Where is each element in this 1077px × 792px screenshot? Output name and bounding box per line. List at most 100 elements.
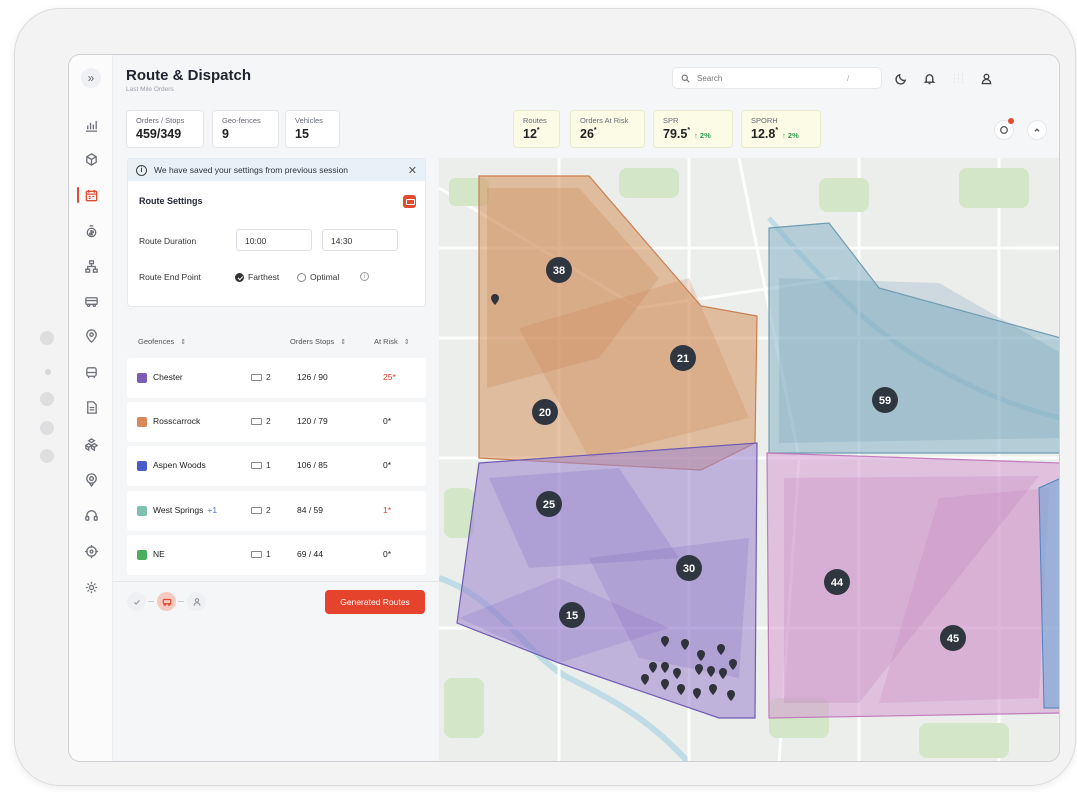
vehicle-count: 2 — [251, 416, 271, 426]
stat-label: Routes — [523, 116, 547, 125]
step-check[interactable] — [127, 592, 146, 611]
location-icon[interactable] — [69, 324, 113, 348]
step-vehicle[interactable] — [157, 592, 176, 611]
stat-label: Vehicles — [295, 116, 323, 125]
at-risk-value: 0* — [383, 460, 392, 470]
settings-icon[interactable] — [69, 575, 113, 599]
geofence-name: NE — [153, 549, 165, 559]
cluster-marker[interactable]: 15 — [559, 602, 585, 628]
radio-farthest[interactable]: Farthest — [235, 272, 279, 282]
geofence-name: Chester — [153, 372, 183, 382]
stat-suffix: * — [536, 127, 540, 134]
truck-icon — [162, 598, 171, 606]
stat-vehicles: Vehicles 15 — [285, 110, 340, 148]
money-icon[interactable] — [69, 219, 113, 243]
svg-text:21: 21 — [677, 353, 689, 365]
cluster-marker[interactable]: 25 — [536, 491, 562, 517]
truck-icon — [251, 417, 262, 425]
table-row[interactable]: Rosscarrock 2 120 / 79 0* — [127, 402, 426, 442]
orders-stops-value: 120 / 79 — [297, 416, 328, 426]
radio-unchecked-icon — [297, 272, 306, 282]
col-header-orders-stops[interactable]: Orders Stops ⇕ — [290, 337, 346, 346]
grid-icon[interactable] — [949, 69, 967, 87]
step-connector — [148, 601, 154, 602]
info-icon[interactable]: i — [360, 272, 369, 281]
cluster-marker[interactable]: 59 — [872, 387, 898, 413]
stat-delta: ↑ 2% — [782, 131, 799, 140]
cluster-marker[interactable]: 44 — [824, 569, 850, 595]
stat-suffix: * — [593, 127, 597, 134]
vehicle-icon[interactable] — [69, 360, 113, 384]
duration-start-input[interactable]: 10:00 — [236, 229, 312, 251]
radio-optimal[interactable]: Optimal — [297, 272, 339, 282]
geofence-name: Aspen Woods — [153, 460, 206, 470]
at-risk-value: 1* — [383, 505, 392, 515]
generate-routes-button[interactable]: Generated Routes — [325, 590, 425, 614]
geofence-color-swatch — [137, 417, 147, 427]
stat-suffix: * — [775, 127, 779, 134]
search-input[interactable] — [697, 73, 847, 83]
chart-icon[interactable] — [69, 113, 113, 137]
calendar-icon[interactable] — [69, 183, 113, 207]
nav-rail: » — [69, 55, 113, 761]
stat-spr: SPR 79.5*↑ 2% — [653, 110, 733, 148]
hierarchy-icon[interactable] — [69, 254, 113, 278]
truck-icon[interactable] — [69, 289, 113, 313]
cluster-marker[interactable]: 20 — [532, 399, 558, 425]
cluster-marker[interactable]: 38 — [546, 257, 572, 283]
app-screen: » Route & Dispatch Last Mile Orders / — [68, 54, 1060, 762]
stat-label: Orders At Risk — [580, 116, 629, 125]
stat-label: SPORH — [751, 116, 778, 125]
route-settings-panel: i We have saved your settings from previ… — [127, 158, 426, 307]
route-settings-action-icon[interactable] — [403, 195, 416, 208]
table-row[interactable]: Aspen Woods 1 106 / 85 0* — [127, 446, 426, 486]
geofence-name: Rosscarrock — [153, 416, 201, 426]
at-risk-value: 0* — [383, 416, 392, 426]
expand-rail-button[interactable]: » — [81, 68, 101, 88]
table-row[interactable]: NE 1 69 / 44 0* — [127, 535, 426, 575]
info-banner-text: We have saved your settings from previou… — [154, 165, 349, 175]
map-view[interactable]: 38 21 20 59 25 30 15 44 45 — [439, 158, 1060, 761]
table-row[interactable]: West Springs +1 2 84 / 59 1* — [127, 491, 426, 531]
stat-value: 26 — [580, 127, 594, 141]
document-icon[interactable] — [69, 395, 113, 419]
geofence-color-swatch — [137, 550, 147, 560]
info-banner: i We have saved your settings from previ… — [128, 159, 425, 181]
step-user[interactable] — [187, 592, 206, 611]
close-icon[interactable]: ✕ — [408, 164, 417, 177]
tablet-side-button — [40, 421, 54, 435]
route-endpoint-label: Route End Point — [139, 272, 201, 282]
moon-icon[interactable] — [892, 69, 910, 87]
stat-value: 12 — [523, 127, 537, 141]
collapse-button[interactable] — [1027, 120, 1047, 140]
cluster-marker[interactable]: 21 — [670, 345, 696, 371]
search-box[interactable]: / — [672, 67, 882, 89]
col-header-at-risk[interactable]: At Risk ⇕ — [374, 337, 410, 346]
duration-end-input[interactable]: 14:30 — [322, 229, 398, 251]
svg-text:38: 38 — [553, 265, 565, 277]
stat-value: 15 — [295, 127, 309, 141]
geofence-zone-pink[interactable] — [766, 452, 1060, 719]
svg-text:45: 45 — [947, 633, 959, 645]
map-pin-icon[interactable] — [69, 467, 113, 491]
headset-icon[interactable] — [69, 503, 113, 527]
stat-label: Orders / Stops — [136, 116, 185, 125]
truck-icon — [251, 506, 262, 514]
col-header-geofences[interactable]: Geofences ⇕ — [138, 337, 186, 346]
table-row[interactable]: Chester 2 126 / 90 25* — [127, 358, 426, 398]
sort-icon: ⇕ — [403, 339, 410, 346]
bell-icon[interactable] — [920, 69, 938, 87]
cluster-marker[interactable]: 30 — [676, 555, 702, 581]
user-icon[interactable] — [977, 69, 995, 87]
geofence-color-swatch — [137, 373, 147, 383]
orders-stops-value: 69 / 44 — [297, 549, 323, 559]
svg-text:44: 44 — [831, 577, 844, 589]
radio-label: Farthest — [248, 272, 280, 282]
page-subtitle: Last Mile Orders — [126, 86, 174, 93]
page-title: Route & Dispatch — [126, 67, 252, 84]
tablet-side-button — [40, 392, 54, 406]
target-icon[interactable] — [69, 539, 113, 563]
cube-icon[interactable] — [69, 147, 113, 171]
boxes-icon[interactable] — [69, 432, 113, 456]
cluster-marker[interactable]: 45 — [940, 625, 966, 651]
